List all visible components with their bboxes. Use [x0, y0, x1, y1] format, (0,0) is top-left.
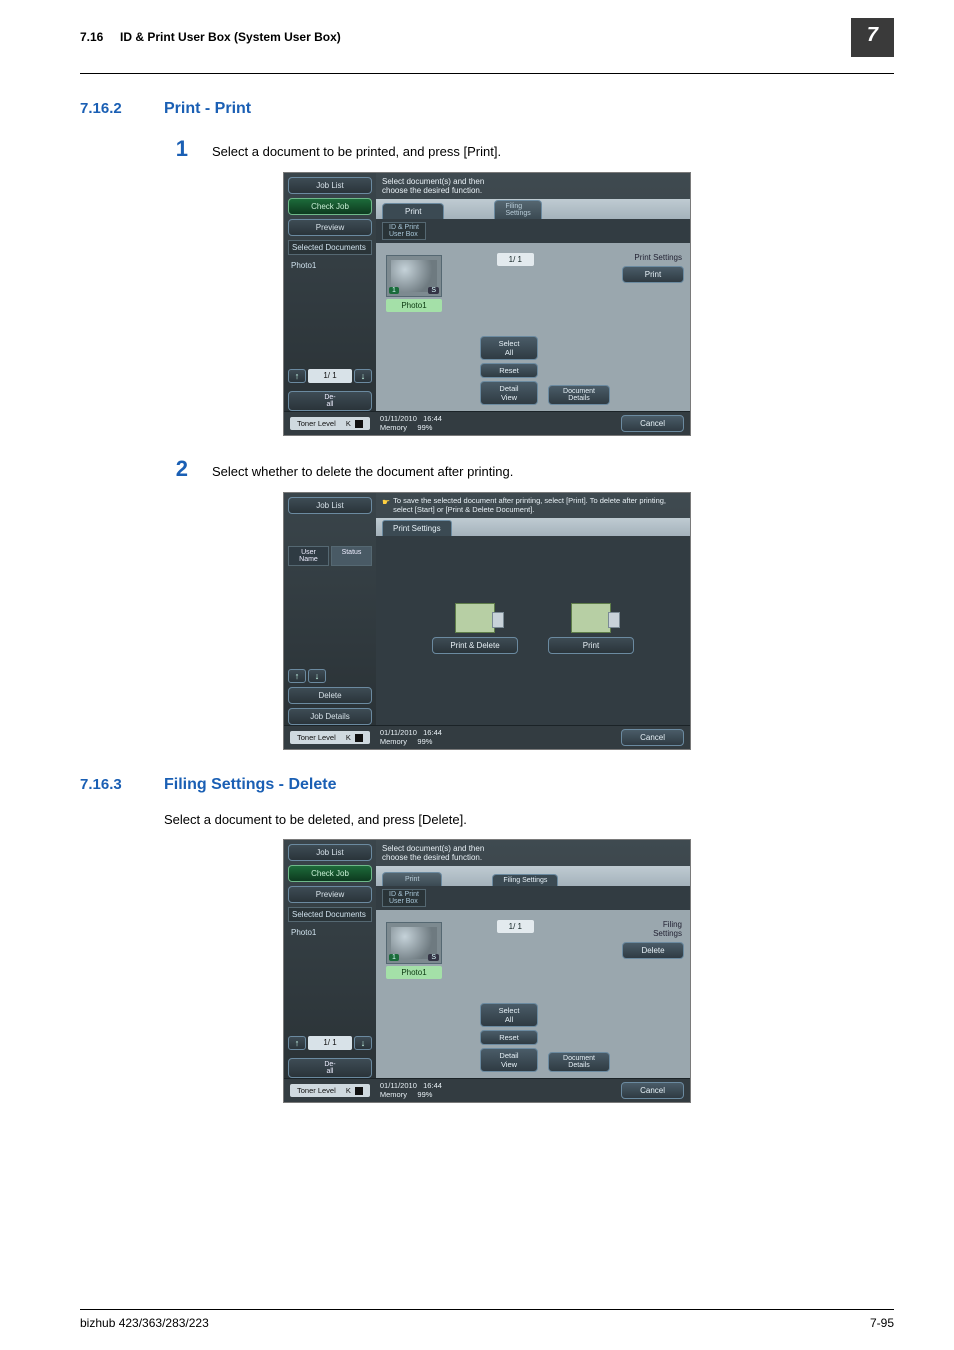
status-tab[interactable]: Status — [331, 546, 372, 566]
instruction-text: Select document(s) and then choose the d… — [376, 840, 690, 866]
detail-view-button[interactable]: Detail View — [480, 381, 538, 405]
header-section-title: ID & Print User Box (System User Box) — [120, 30, 341, 44]
step-2-text: Select whether to delete the document af… — [212, 464, 513, 479]
cancel-button[interactable]: Cancel — [621, 415, 684, 432]
check-job-button[interactable]: Check Job — [288, 198, 372, 215]
footer-page-number: 7-95 — [870, 1316, 894, 1330]
page-up-button[interactable]: ↑ — [288, 369, 306, 383]
print-only-button[interactable]: Print — [548, 637, 634, 654]
thumbnail-count-badge: 1 — [389, 287, 399, 294]
job-details-button[interactable]: Job Details — [288, 708, 372, 725]
tab-print[interactable]: Print — [382, 872, 442, 886]
toner-level-indicator: Toner Level K — [290, 417, 370, 430]
filing-settings-label: Filing Settings — [622, 920, 684, 938]
step-1-text: Select a document to be printed, and pre… — [212, 144, 501, 159]
step-1-number: 1 — [164, 136, 188, 162]
datetime-memory-status: 01/11/2010 16:44 Memory 99% — [380, 729, 442, 746]
screenshot-print-delete-choice: Job List User Name Status ↑ ↓ Delete Job… — [283, 492, 691, 750]
deselect-all-button[interactable]: De- all — [288, 1058, 372, 1078]
hand-icon: ☛ — [382, 497, 390, 514]
thumbnail-label: Photo1 — [386, 299, 442, 312]
section-7-16-3-title: Filing Settings - Delete — [164, 776, 336, 794]
header-section-num: 7.16 — [80, 30, 103, 44]
detail-view-button[interactable]: Detail View — [480, 1048, 538, 1072]
select-all-button[interactable]: Select All — [480, 336, 538, 360]
datetime-memory-status: 01/11/2010 16:44 Memory 99% — [380, 1082, 442, 1099]
user-name-tab[interactable]: User Name — [288, 546, 329, 566]
page-indicator: 1/ 1 — [308, 369, 352, 383]
subtab-id-print-user-box[interactable]: ID & Print User Box — [382, 889, 426, 907]
job-list-button[interactable]: Job List — [288, 497, 372, 514]
section-7-16-3-num: 7.16.3 — [80, 776, 134, 793]
page-down-button[interactable]: ↓ — [354, 1036, 372, 1050]
page-up-button[interactable]: ↑ — [288, 1036, 306, 1050]
chapter-badge: 7 — [851, 18, 894, 57]
preview-button[interactable]: Preview — [288, 219, 372, 236]
screenshot-filing-delete: Job List Check Job Preview Selected Docu… — [283, 839, 691, 1103]
cancel-button[interactable]: Cancel — [621, 729, 684, 746]
tab-filing-settings[interactable]: Filing Settings — [494, 200, 541, 219]
tab-print[interactable]: Print — [382, 203, 444, 219]
print-icon — [571, 603, 611, 633]
print-button[interactable]: Print — [622, 266, 684, 283]
section-7-16-3-text: Select a document to be deleted, and pre… — [164, 812, 894, 827]
selected-documents-header: Selected Documents — [288, 240, 372, 255]
thumbnail-count-badge: 1 — [389, 954, 399, 961]
datetime-memory-status: 01/11/2010 16:44 Memory 99% — [380, 415, 442, 432]
section-7-16-2-num: 7.16.2 — [80, 100, 134, 117]
thumbnail-size-badge: S — [428, 287, 439, 294]
reset-button[interactable]: Reset — [480, 363, 538, 378]
delete-button[interactable]: Delete — [622, 942, 684, 959]
tab-print-settings[interactable]: Print Settings — [382, 520, 452, 536]
document-thumbnail[interactable]: 1 S — [386, 255, 442, 297]
print-delete-icon — [455, 603, 495, 633]
check-job-button[interactable]: Check Job — [288, 865, 372, 882]
inner-page-indicator: 1/ 1 — [497, 920, 534, 933]
page-down-button[interactable]: ↓ — [308, 669, 326, 683]
toner-level-indicator: Toner Level K — [290, 731, 370, 744]
instruction-text: ☛ To save the selected document after pr… — [376, 493, 690, 518]
instruction-text: Select document(s) and then choose the d… — [376, 173, 690, 199]
footer-product: bizhub 423/363/283/223 — [80, 1316, 209, 1330]
selected-documents-header: Selected Documents — [288, 907, 372, 922]
print-settings-label: Print Settings — [622, 253, 684, 262]
document-details-button[interactable]: Document Details — [548, 1052, 610, 1072]
selected-doc-item: Photo1 — [288, 926, 372, 939]
toner-level-indicator: Toner Level K — [290, 1084, 370, 1097]
screenshot-print-select: Job List Check Job Preview Selected Docu… — [283, 172, 691, 436]
inner-page-indicator: 1/ 1 — [497, 253, 534, 266]
selected-doc-item: Photo1 — [288, 259, 372, 272]
document-details-button[interactable]: Document Details — [548, 385, 610, 405]
page-up-button[interactable]: ↑ — [288, 669, 306, 683]
step-2-number: 2 — [164, 456, 188, 482]
document-thumbnail[interactable]: 1 S — [386, 922, 442, 964]
job-list-button[interactable]: Job List — [288, 844, 372, 861]
section-7-16-2-title: Print - Print — [164, 100, 251, 118]
subtab-id-print-user-box[interactable]: ID & Print User Box — [382, 222, 426, 240]
job-list-button[interactable]: Job List — [288, 177, 372, 194]
cancel-button[interactable]: Cancel — [621, 1082, 684, 1099]
thumbnail-label: Photo1 — [386, 966, 442, 979]
print-and-delete-button[interactable]: Print & Delete — [432, 637, 518, 654]
tab-filing-settings[interactable]: Filing Settings — [492, 874, 558, 886]
preview-button[interactable]: Preview — [288, 886, 372, 903]
deselect-all-button[interactable]: De- all — [288, 391, 372, 411]
page-down-button[interactable]: ↓ — [354, 369, 372, 383]
reset-button[interactable]: Reset — [480, 1030, 538, 1045]
select-all-button[interactable]: Select All — [480, 1003, 538, 1027]
delete-button-side[interactable]: Delete — [288, 687, 372, 704]
thumbnail-size-badge: S — [428, 954, 439, 961]
page-indicator: 1/ 1 — [308, 1036, 352, 1050]
